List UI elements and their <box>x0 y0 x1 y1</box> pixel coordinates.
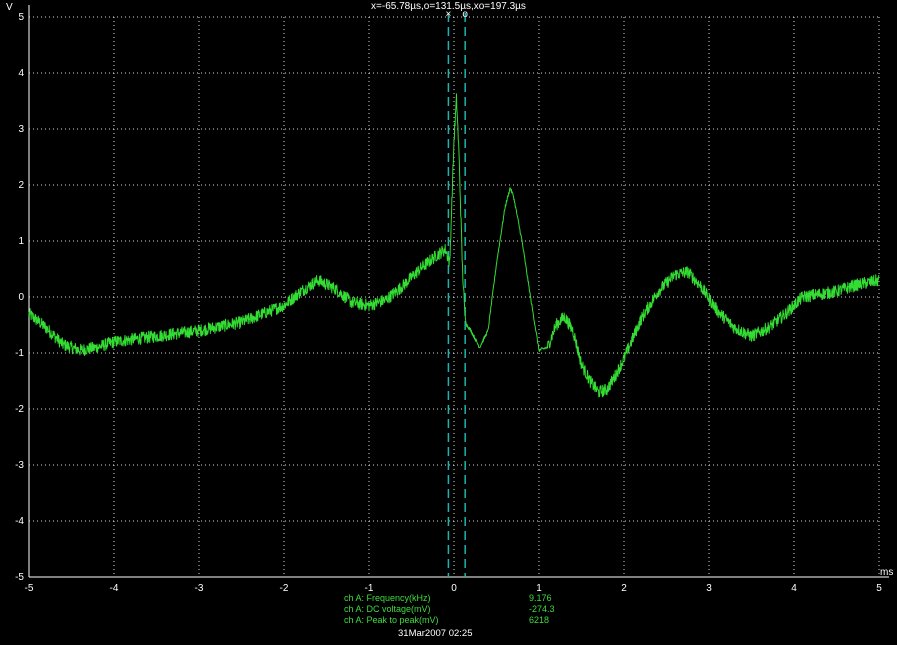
x-tick-label: -5 <box>25 583 34 594</box>
y-tick-label: 2 <box>18 180 24 191</box>
y-tick-label: -4 <box>15 516 24 527</box>
measurements-panel: ch A: Frequency(kHz) 9.176 ch A: DC volt… <box>344 593 555 626</box>
x-tick-label: -4 <box>110 583 119 594</box>
x-tick-label: 5 <box>876 583 882 594</box>
x-axis-unit-label: ms <box>880 567 893 578</box>
oscilloscope-display: V ms -5 -4 -3 -2 -1 0 1 2 3 4 5543210-1-2-3-4-5 × … <box>0 0 897 645</box>
y-tick-label: -3 <box>15 460 24 471</box>
y-tick-label: 1 <box>18 236 24 247</box>
measurement-row: ch A: Peak to peak(mV) 6218 <box>344 615 550 626</box>
x-tick-label: 2 <box>621 583 627 594</box>
measurement-label: ch A: DC voltage(mV) <box>344 604 431 614</box>
y-tick-label: -2 <box>15 404 24 415</box>
x-tick-label: 4 <box>791 583 797 594</box>
y-tick-label: 3 <box>18 124 24 135</box>
timestamp: 31Mar2007 02:25 <box>398 628 473 639</box>
x-tick-label: 3 <box>706 583 712 594</box>
measurement-value: -274.3 <box>529 604 555 614</box>
measurement-row: ch A: Frequency(kHz) 9.176 <box>344 593 552 604</box>
y-tick-label: 5 <box>18 12 24 23</box>
x-tick-label: -2 <box>280 583 289 594</box>
y-tick-label: 4 <box>18 68 24 79</box>
measurement-value: 6218 <box>529 615 550 625</box>
y-tick-label: -1 <box>15 348 24 359</box>
y-tick-label: 0 <box>18 292 24 303</box>
x-tick-label: -3 <box>195 583 204 594</box>
y-tick-label: -5 <box>15 572 24 583</box>
measurement-value: 9.176 <box>529 593 552 603</box>
cursor-readout: x=-65.78µs,o=131.5µs,xo=197.3µs <box>371 1 526 12</box>
measurement-row: ch A: DC voltage(mV) -274.3 <box>344 604 555 615</box>
measurement-label: ch A: Frequency(kHz) <box>344 593 431 603</box>
measurement-label: ch A: Peak to peak(mV) <box>344 615 439 625</box>
